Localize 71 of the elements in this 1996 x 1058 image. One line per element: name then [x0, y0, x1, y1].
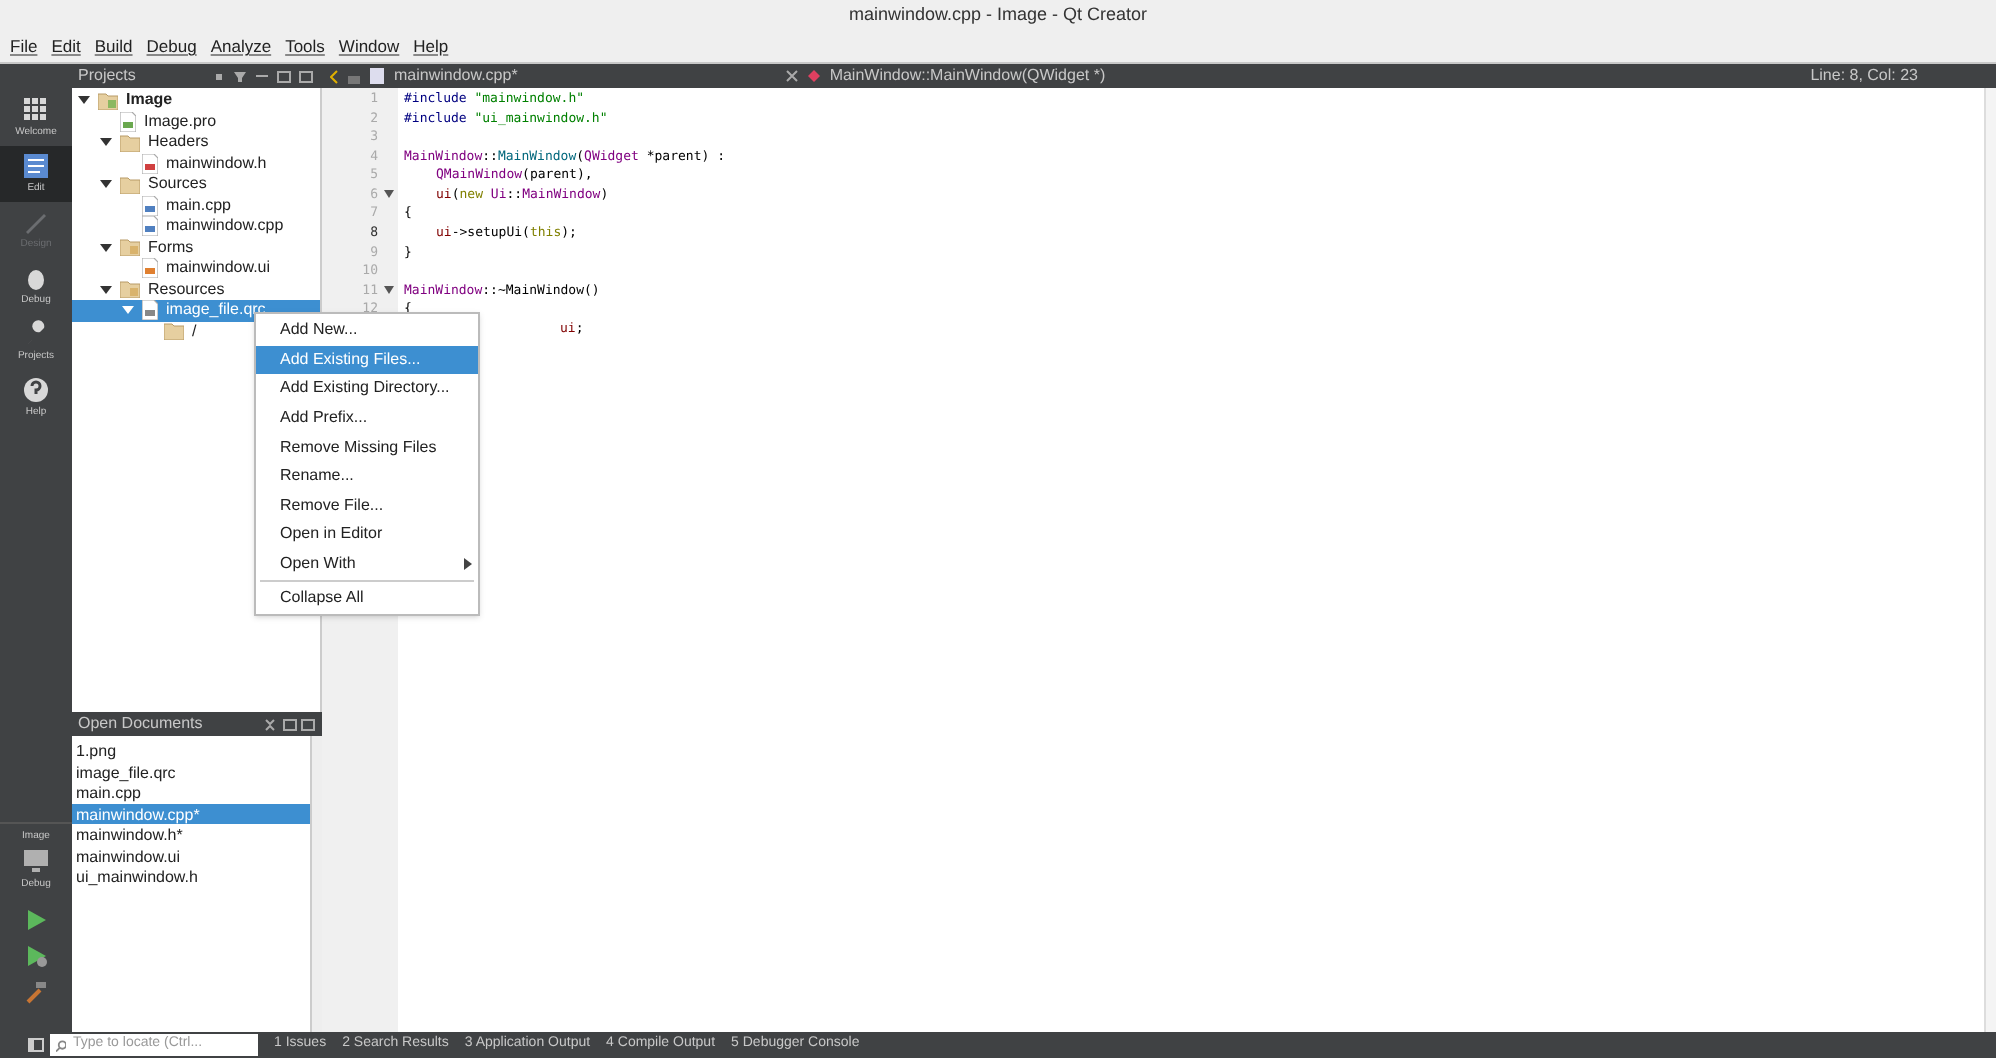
menu-item[interactable]: Rename... [256, 461, 478, 492]
symbol-selector[interactable]: MainWindow::MainWindow(QWidget *) [829, 64, 1106, 88]
tree-item[interactable]: Forms [72, 237, 320, 258]
expand-arrow-icon[interactable] [100, 178, 112, 191]
fold-marker-icon[interactable] [384, 190, 394, 201]
document-item[interactable]: 1.png [72, 740, 310, 761]
menu-item[interactable]: Remove File... [256, 491, 478, 521]
expand-arrow-icon[interactable] [78, 94, 90, 107]
menu-item[interactable]: Add Existing Directory... [256, 374, 478, 404]
menu-item[interactable]: Help [413, 34, 449, 60]
submenu-arrow-icon [464, 558, 472, 571]
document-item[interactable]: mainwindow.h* [72, 824, 310, 845]
file-icon [142, 153, 158, 174]
scrollbar[interactable] [1984, 88, 1996, 1032]
expand-arrow-icon[interactable] [100, 136, 112, 149]
tree-item[interactable]: Image.pro [72, 111, 320, 132]
symbol-marker-icon [807, 70, 820, 82]
tree-item[interactable]: mainwindow.ui [72, 258, 320, 279]
expand-arrow-icon[interactable] [100, 283, 112, 296]
scrollbar[interactable] [310, 736, 322, 1032]
tree-item[interactable]: Sources [72, 174, 320, 195]
folder-icon [120, 238, 140, 257]
menu-item[interactable]: Build [94, 34, 133, 60]
grid-icon [22, 95, 50, 124]
folder-icon [120, 280, 140, 299]
tree-item[interactable]: Resources [72, 279, 320, 300]
tree-item[interactable]: Image [72, 90, 320, 111]
tree-item[interactable]: mainwindow.cpp [72, 216, 320, 237]
panel-title: Projects [78, 64, 136, 88]
tree-item[interactable]: main.cpp [72, 195, 320, 216]
hammer-icon[interactable] [24, 980, 48, 1004]
document-icon [22, 151, 50, 180]
document-item[interactable]: mainwindow.ui [72, 845, 310, 866]
menu-item[interactable]: Window [338, 34, 400, 60]
menu-item[interactable]: Remove Missing Files [256, 432, 478, 462]
document-item[interactable]: main.cpp [72, 782, 310, 803]
menu-item[interactable]: Add Prefix... [256, 403, 478, 433]
run-icon[interactable] [24, 908, 48, 932]
panel-toolbar-icons[interactable] [216, 69, 316, 83]
debug-run-icon[interactable] [24, 944, 48, 968]
file-icon [120, 111, 136, 132]
menu-item[interactable]: Tools [285, 34, 325, 60]
folder-icon [120, 175, 140, 194]
monitor-icon[interactable] [22, 849, 50, 873]
folder-icon [120, 133, 140, 152]
fold-marker-icon[interactable] [384, 286, 394, 297]
search-icon [56, 1039, 67, 1051]
menu-item[interactable]: Collapse All [256, 582, 478, 612]
panel-title: Open Documents [78, 712, 203, 736]
panel-toolbar-icons[interactable] [264, 717, 316, 731]
menu-item[interactable]: File [10, 34, 38, 60]
menu-item[interactable]: Analyze [210, 34, 272, 60]
menu-item[interactable]: Debug [146, 34, 197, 60]
folder-icon [98, 91, 118, 110]
file-icon [142, 258, 158, 279]
close-icon[interactable] [785, 70, 798, 82]
menu-item[interactable]: Add New... [256, 316, 478, 346]
menu-item[interactable]: Open in Editor [256, 520, 478, 550]
file-icon [142, 300, 158, 321]
expand-arrow-icon[interactable] [100, 241, 112, 254]
file-icon [370, 68, 384, 84]
document-item[interactable]: image_file.qrc [72, 761, 310, 782]
sidebar-toggle-icon[interactable] [28, 1038, 44, 1052]
tree-item[interactable]: Headers [72, 132, 320, 153]
cursor-position[interactable]: Line: 8, Col: 23 [1810, 64, 1918, 88]
help-icon [22, 375, 50, 404]
document-item[interactable]: ui_mainwindow.h [72, 866, 310, 887]
editor-tab[interactable]: mainwindow.cpp* [394, 64, 518, 88]
menu-item[interactable]: Open With [256, 549, 478, 579]
tree-item[interactable]: mainwindow.h [72, 153, 320, 174]
menu-item[interactable]: Edit [51, 34, 81, 60]
